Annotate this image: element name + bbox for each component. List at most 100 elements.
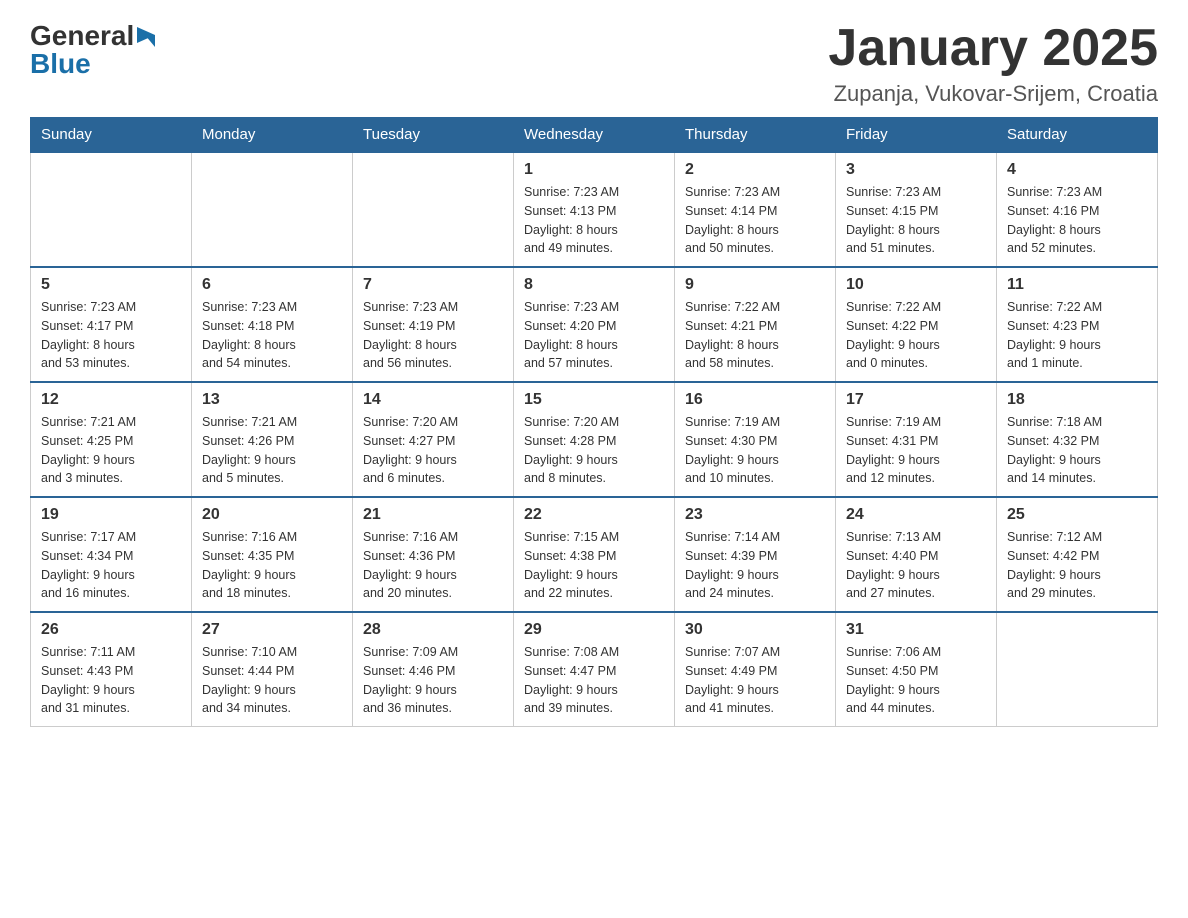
day-info: Sunrise: 7:23 AMSunset: 4:17 PMDaylight:… [41, 298, 181, 373]
day-info: Sunrise: 7:23 AMSunset: 4:20 PMDaylight:… [524, 298, 664, 373]
calendar-day [31, 152, 192, 267]
day-info: Sunrise: 7:07 AMSunset: 4:49 PMDaylight:… [685, 643, 825, 718]
day-info: Sunrise: 7:19 AMSunset: 4:30 PMDaylight:… [685, 413, 825, 488]
calendar-day: 26 Sunrise: 7:11 AMSunset: 4:43 PMDayligh… [31, 612, 192, 727]
day-number: 15 [524, 391, 664, 409]
calendar-day: 4Sunrise: 7:23 AMSunset: 4:16 PMDaylight… [997, 152, 1158, 267]
day-number: 9 [685, 276, 825, 294]
day-info: Sunrise: 7:23 AMSunset: 4:18 PMDaylight:… [202, 298, 342, 373]
day-number: 13 [202, 391, 342, 409]
calendar-day: 20 Sunrise: 7:16 AMSunset: 4:35 PMDayligh… [192, 497, 353, 612]
day-number: 24 [846, 506, 986, 524]
day-number: 29 [524, 621, 664, 639]
day-info: Sunrise: 7:17 AMSunset: 4:34 PMDaylight:… [41, 528, 181, 603]
day-number: 26 [41, 621, 181, 639]
day-number: 8 [524, 276, 664, 294]
day-number: 21 [363, 506, 503, 524]
calendar-header: SundayMondayTuesdayWednesdayThursdayFrid… [31, 118, 1158, 153]
day-number: 19 [41, 506, 181, 524]
calendar-day: 2 Sunrise: 7:23 AMSunset: 4:14 PMDaylight… [675, 152, 836, 267]
calendar-day: 11 Sunrise: 7:22 AMSunset: 4:23 PMDayligh… [997, 267, 1158, 382]
day-number: 16 [685, 391, 825, 409]
day-info: Sunrise: 7:22 AMSunset: 4:21 PMDaylight:… [685, 298, 825, 373]
calendar-day: 21 Sunrise: 7:16 AMSunset: 4:36 PMDayligh… [353, 497, 514, 612]
calendar-week-3: 12 Sunrise: 7:21 AMSunset: 4:25 PMDayligh… [31, 382, 1158, 497]
day-info: Sunrise: 7:20 AMSunset: 4:27 PMDaylight:… [363, 413, 503, 488]
day-number: 1 [524, 161, 664, 179]
calendar-day: 16 Sunrise: 7:19 AMSunset: 4:30 PMDayligh… [675, 382, 836, 497]
day-info: Sunrise: 7:19 AMSunset: 4:31 PMDaylight:… [846, 413, 986, 488]
day-number: 12 [41, 391, 181, 409]
calendar-table: SundayMondayTuesdayWednesdayThursdayFrid… [30, 117, 1158, 727]
day-info: Sunrise: 7:22 AMSunset: 4:22 PMDaylight:… [846, 298, 986, 373]
calendar-day: 27Sunrise: 7:10 AMSunset: 4:44 PMDayligh… [192, 612, 353, 727]
calendar-day [997, 612, 1158, 727]
day-info: Sunrise: 7:11 AMSunset: 4:43 PMDaylight:… [41, 643, 181, 718]
day-number: 22 [524, 506, 664, 524]
day-info: Sunrise: 7:23 AMSunset: 4:15 PMDaylight:… [846, 183, 986, 258]
calendar-day: 23 Sunrise: 7:14 AMSunset: 4:39 PMDayligh… [675, 497, 836, 612]
calendar-day: 30 Sunrise: 7:07 AMSunset: 4:49 PMDayligh… [675, 612, 836, 727]
day-info: Sunrise: 7:23 AMSunset: 4:19 PMDaylight:… [363, 298, 503, 373]
calendar-week-2: 5 Sunrise: 7:23 AMSunset: 4:17 PMDaylight… [31, 267, 1158, 382]
day-info: Sunrise: 7:16 AMSunset: 4:36 PMDaylight:… [363, 528, 503, 603]
month-title: January 2025 [828, 20, 1158, 77]
day-number: 5 [41, 276, 181, 294]
calendar-day: 13 Sunrise: 7:21 AMSunset: 4:26 PMDayligh… [192, 382, 353, 497]
calendar-week-4: 19 Sunrise: 7:17 AMSunset: 4:34 PMDayligh… [31, 497, 1158, 612]
day-info: Sunrise: 7:14 AMSunset: 4:39 PMDaylight:… [685, 528, 825, 603]
day-number: 2 [685, 161, 825, 179]
calendar-day: 12 Sunrise: 7:21 AMSunset: 4:25 PMDayligh… [31, 382, 192, 497]
calendar-day: 8 Sunrise: 7:23 AMSunset: 4:20 PMDaylight… [514, 267, 675, 382]
day-info: Sunrise: 7:18 AMSunset: 4:32 PMDaylight:… [1007, 413, 1147, 488]
weekday-header-monday: Monday [192, 118, 353, 153]
weekday-header-row: SundayMondayTuesdayWednesdayThursdayFrid… [31, 118, 1158, 153]
day-number: 23 [685, 506, 825, 524]
calendar-week-1: 1 Sunrise: 7:23 AMSunset: 4:13 PMDaylight… [31, 152, 1158, 267]
logo-arrow-icon [137, 27, 155, 47]
location-subtitle: Zupanja, Vukovar-Srijem, Croatia [828, 81, 1158, 107]
calendar-day: 3 Sunrise: 7:23 AMSunset: 4:15 PMDaylight… [836, 152, 997, 267]
day-number: 4 [1007, 161, 1147, 179]
calendar-day: 18 Sunrise: 7:18 AMSunset: 4:32 PMDayligh… [997, 382, 1158, 497]
day-info: Sunrise: 7:23 AMSunset: 4:14 PMDaylight:… [685, 183, 825, 258]
day-number: 31 [846, 621, 986, 639]
day-number: 11 [1007, 276, 1147, 294]
calendar-day: 25Sunrise: 7:12 AMSunset: 4:42 PMDayligh… [997, 497, 1158, 612]
day-info: Sunrise: 7:22 AMSunset: 4:23 PMDaylight:… [1007, 298, 1147, 373]
page-header: General Blue January 2025 Zupanja, Vukov… [30, 20, 1158, 107]
weekday-header-friday: Friday [836, 118, 997, 153]
day-info: Sunrise: 7:21 AMSunset: 4:26 PMDaylight:… [202, 413, 342, 488]
weekday-header-thursday: Thursday [675, 118, 836, 153]
calendar-body: 1 Sunrise: 7:23 AMSunset: 4:13 PMDaylight… [31, 152, 1158, 727]
day-info: Sunrise: 7:20 AMSunset: 4:28 PMDaylight:… [524, 413, 664, 488]
day-number: 14 [363, 391, 503, 409]
day-info: Sunrise: 7:23 AMSunset: 4:13 PMDaylight:… [524, 183, 664, 258]
calendar-day: 17 Sunrise: 7:19 AMSunset: 4:31 PMDayligh… [836, 382, 997, 497]
day-number: 18 [1007, 391, 1147, 409]
day-info: Sunrise: 7:21 AMSunset: 4:25 PMDaylight:… [41, 413, 181, 488]
calendar-day: 22 Sunrise: 7:15 AMSunset: 4:38 PMDayligh… [514, 497, 675, 612]
weekday-header-saturday: Saturday [997, 118, 1158, 153]
day-info: Sunrise: 7:15 AMSunset: 4:38 PMDaylight:… [524, 528, 664, 603]
weekday-header-sunday: Sunday [31, 118, 192, 153]
calendar-day: 5 Sunrise: 7:23 AMSunset: 4:17 PMDaylight… [31, 267, 192, 382]
day-info: Sunrise: 7:12 AMSunset: 4:42 PMDaylight:… [1007, 528, 1147, 603]
day-number: 17 [846, 391, 986, 409]
calendar-day [353, 152, 514, 267]
day-info: Sunrise: 7:10 AMSunset: 4:44 PMDaylight:… [202, 643, 342, 718]
calendar-day: 7 Sunrise: 7:23 AMSunset: 4:19 PMDaylight… [353, 267, 514, 382]
day-number: 30 [685, 621, 825, 639]
day-info: Sunrise: 7:06 AMSunset: 4:50 PMDaylight:… [846, 643, 986, 718]
day-number: 20 [202, 506, 342, 524]
calendar-week-5: 26 Sunrise: 7:11 AMSunset: 4:43 PMDayligh… [31, 612, 1158, 727]
calendar-day: 24Sunrise: 7:13 AMSunset: 4:40 PMDayligh… [836, 497, 997, 612]
calendar-day: 6Sunrise: 7:23 AMSunset: 4:18 PMDaylight… [192, 267, 353, 382]
title-section: January 2025 Zupanja, Vukovar-Srijem, Cr… [828, 20, 1158, 107]
weekday-header-tuesday: Tuesday [353, 118, 514, 153]
day-number: 7 [363, 276, 503, 294]
day-number: 3 [846, 161, 986, 179]
day-number: 10 [846, 276, 986, 294]
day-info: Sunrise: 7:16 AMSunset: 4:35 PMDaylight:… [202, 528, 342, 603]
calendar-day: 15 Sunrise: 7:20 AMSunset: 4:28 PMDayligh… [514, 382, 675, 497]
